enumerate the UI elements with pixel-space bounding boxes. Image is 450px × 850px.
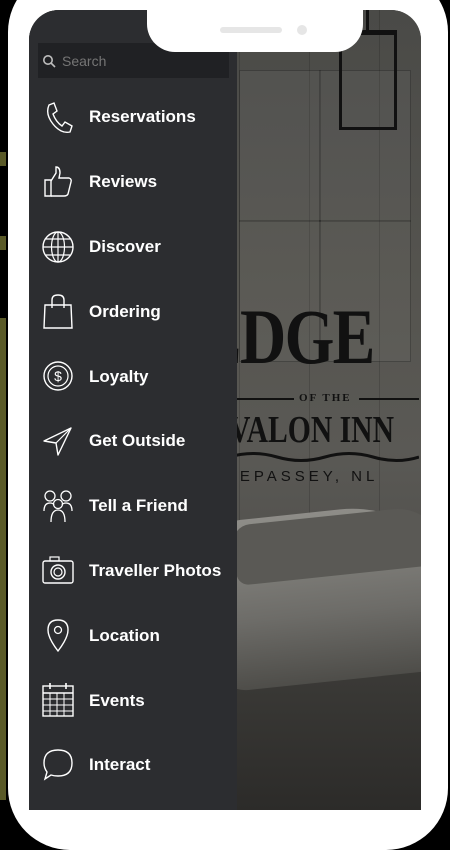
map-pin-icon: [47, 619, 69, 653]
menu-item-label: Traveller Photos: [89, 560, 222, 580]
logo-of-the: OF THE: [299, 392, 352, 404]
logo-rule-left: [234, 398, 294, 400]
menu-item-reservations[interactable]: Reservations: [29, 85, 237, 150]
menu-item-label: Events: [89, 690, 145, 710]
menu-item-events[interactable]: Events: [29, 668, 237, 733]
calendar-icon: [42, 683, 74, 717]
camera-icon: [42, 555, 74, 584]
logo-location: REPASSEY, NL: [225, 468, 379, 485]
menu-item-label: Reservations: [89, 107, 196, 127]
menu-item-traveller-photos[interactable]: Traveller Photos: [29, 539, 237, 604]
menu-item-get-outside[interactable]: Get Outside: [29, 409, 237, 474]
menu-item-discover[interactable]: Discover: [29, 215, 237, 280]
menu-item-label: Interact: [89, 755, 151, 775]
frame-accent-top: [0, 152, 6, 166]
search-icon: [43, 54, 56, 68]
menu-item-label: Tell a Friend: [89, 496, 188, 516]
front-camera: [297, 25, 307, 35]
friends-icon: [43, 490, 73, 522]
side-drawer: Reservations Reviews Discover: [29, 10, 237, 810]
lamp-cord: [366, 10, 369, 32]
menu-item-label: Reviews: [89, 172, 158, 192]
menu-item-label: Discover: [89, 236, 161, 256]
menu-item-label: Ordering: [89, 301, 161, 321]
globe-icon: [42, 230, 74, 263]
phone-notch: [147, 10, 363, 52]
menu-item-ordering[interactable]: Ordering: [29, 279, 237, 344]
logo-rule-right: [359, 398, 419, 400]
chat-bubble-icon: [43, 749, 73, 781]
thumbs-up-icon: [44, 166, 72, 197]
navigation-arrow-icon: [43, 427, 72, 456]
menu-item-interact[interactable]: Interact: [29, 733, 237, 798]
menu-item-reviews[interactable]: Reviews: [29, 150, 237, 215]
menu-item-label: Loyalty: [89, 366, 149, 386]
menu-item-tell-a-friend[interactable]: Tell a Friend: [29, 474, 237, 539]
logo-avalon-inn: VALON INN: [229, 409, 394, 451]
search-input[interactable]: [60, 51, 214, 70]
menu-item-label: Location: [89, 625, 160, 645]
phone-icon: [46, 102, 73, 134]
speaker-grille: [220, 27, 282, 33]
frame-accent-mid: [0, 236, 6, 250]
app-screen: EDGE OF THE VALON INN REPASSEY, NL arrie…: [29, 10, 421, 810]
wall-tile: [239, 70, 321, 222]
dollar-coin-icon: $: [43, 361, 73, 391]
menu-item-label: Get Outside: [89, 431, 186, 451]
svg-text:$: $: [54, 368, 62, 384]
menu-item-loyalty[interactable]: $ Loyalty: [29, 344, 237, 409]
frame-accent-bottom: [0, 318, 6, 800]
shopping-bag-icon: [43, 294, 73, 330]
menu-item-location[interactable]: Location: [29, 603, 237, 668]
menu-list: Reservations Reviews Discover Ordering $…: [29, 85, 237, 798]
logo-wave: [229, 452, 419, 462]
